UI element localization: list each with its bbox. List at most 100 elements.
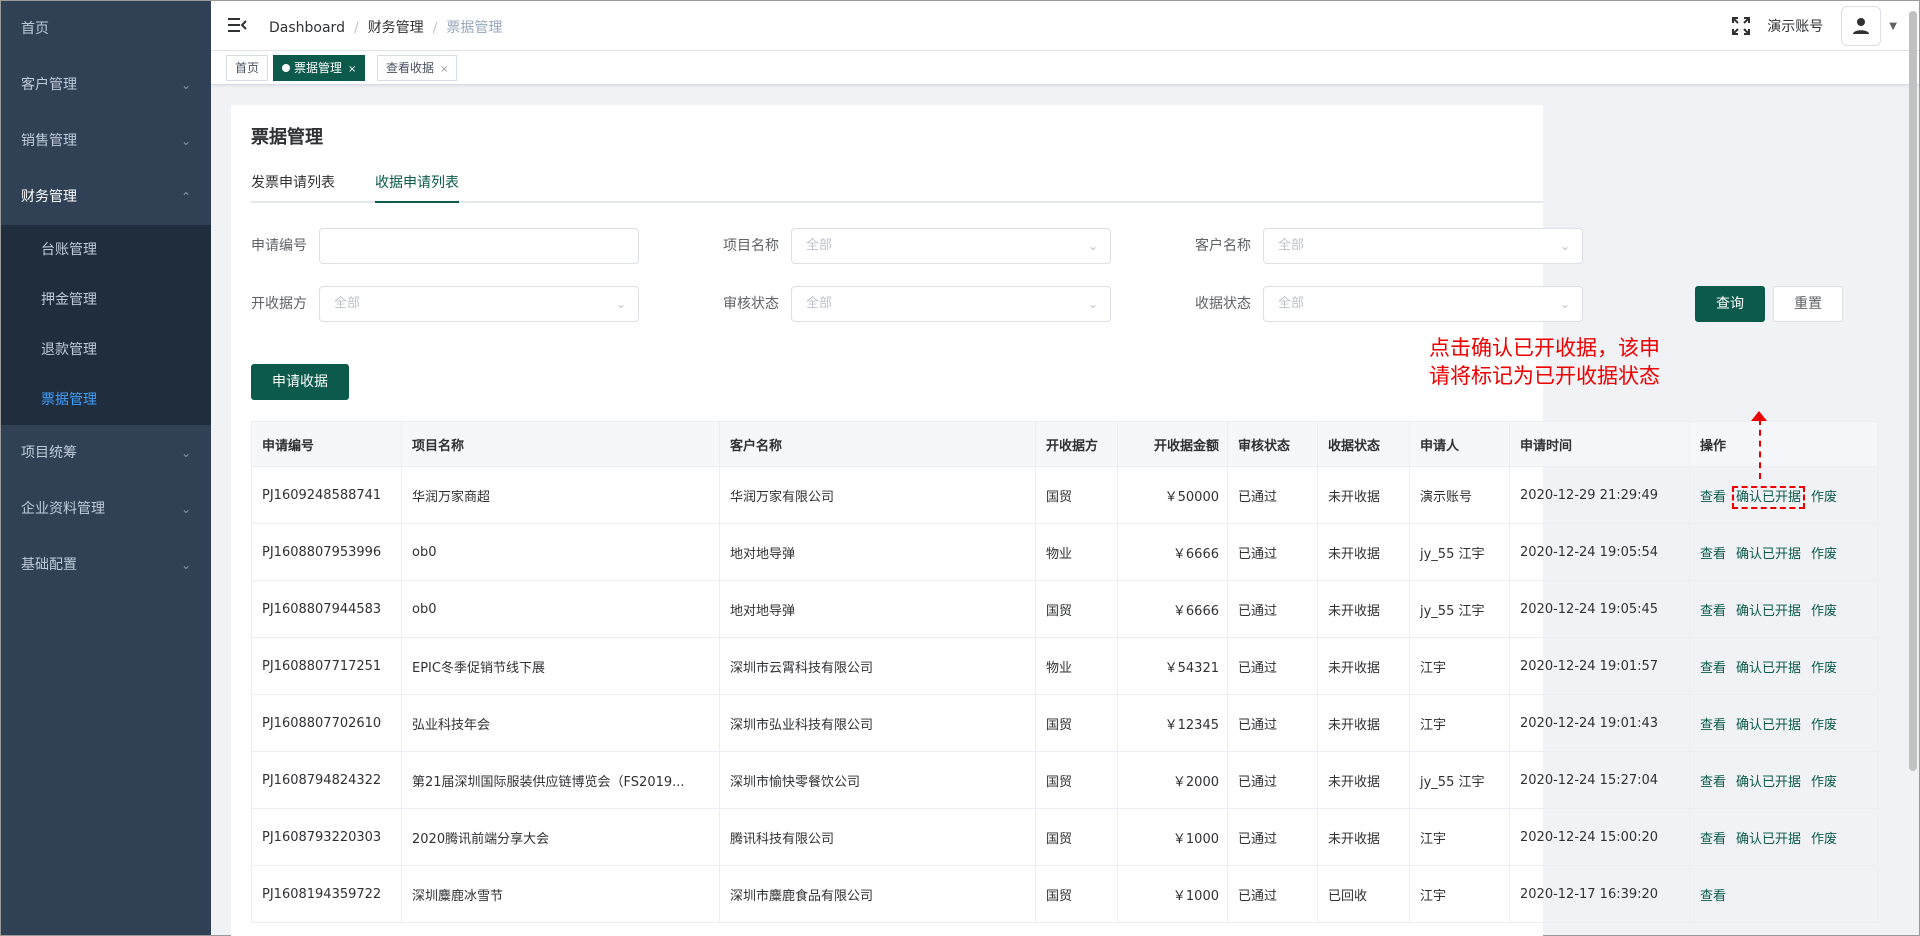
select-placeholder: 全部	[806, 296, 833, 311]
tab-receipt-list[interactable]: 收据申请列表	[375, 163, 459, 203]
sidebar-item-finance[interactable]: 财务管理 ⌃	[1, 169, 211, 225]
apply-receipt-button[interactable]: 申请收据	[251, 364, 349, 400]
sidebar-item-label: 项目统筹	[21, 445, 77, 461]
sidebar-item-enterprise[interactable]: 企业资料管理 ⌄	[1, 481, 211, 537]
tag-receipts[interactable]: 票据管理 ×	[273, 55, 366, 81]
cell-ops: 查看	[1689, 865, 1878, 923]
cell-no: PJ1608807944583	[251, 580, 402, 638]
confirm-receipt-link[interactable]: 确认已开据	[1736, 775, 1801, 790]
table-row: PJ1608793220303 2020腾讯前端分享大会 腾讯科技有限公司 国贸 ￥10…	[251, 808, 1878, 866]
sidebar-item-deposit[interactable]: 押金管理	[1, 275, 211, 325]
sidebar-item-refund[interactable]: 退款管理	[1, 325, 211, 375]
void-link[interactable]: 作废	[1811, 490, 1837, 505]
sidebar-item-label: 财务管理	[21, 189, 77, 205]
cell-applicant: 江宇	[1409, 694, 1510, 752]
audit-select[interactable]: 全部 ⌄	[791, 286, 1111, 322]
view-link[interactable]: 查看	[1700, 718, 1726, 733]
confirm-receipt-link[interactable]: 确认已开据	[1736, 547, 1801, 562]
sidebar-item-label: 客户管理	[21, 77, 77, 93]
query-button[interactable]: 查询	[1695, 286, 1765, 322]
confirm-receipt-link[interactable]: 确认已开据	[1736, 832, 1801, 847]
reset-button[interactable]: 重置	[1773, 286, 1843, 322]
column-header: 客户名称	[719, 421, 1036, 467]
sidebar-item-label: 企业资料管理	[21, 501, 105, 517]
view-link[interactable]: 查看	[1700, 775, 1726, 790]
chevron-down-icon: ⌄	[180, 558, 191, 572]
void-link[interactable]: 作废	[1811, 718, 1837, 733]
chevron-down-icon: ⌄	[180, 134, 191, 148]
breadcrumb-finance[interactable]: 财务管理	[368, 20, 424, 36]
apply-no-label: 申请编号	[251, 238, 307, 254]
tag-home[interactable]: 首页	[226, 55, 269, 81]
sidebar-item-label: 押金管理	[41, 292, 97, 308]
chevron-down-icon: ⌄	[180, 78, 191, 92]
confirm-receipt-link[interactable]: 确认已开据	[1736, 604, 1801, 619]
annotation-arrow-line	[1759, 419, 1761, 479]
void-link[interactable]: 作废	[1811, 775, 1837, 790]
tag-label: 查看收据	[386, 61, 435, 75]
view-link[interactable]: 查看	[1700, 604, 1726, 619]
void-link[interactable]: 作废	[1811, 604, 1837, 619]
breadcrumb-dashboard[interactable]: Dashboard	[269, 20, 345, 36]
sidebar-item-ledger[interactable]: 台账管理	[1, 225, 211, 275]
sidebar-item-config[interactable]: 基础配置 ⌄	[1, 537, 211, 593]
avatar[interactable]	[1841, 6, 1882, 46]
tag-view-receipt[interactable]: 查看收据 ×	[377, 55, 458, 81]
column-header: 项目名称	[401, 421, 720, 467]
cell-amount: ￥1000	[1117, 808, 1228, 866]
confirm-receipt-link[interactable]: 确认已开据	[1736, 661, 1801, 676]
caret-down-icon[interactable]: ▼	[1889, 21, 1897, 32]
cell-customer: 深圳市麋鹿食品有限公司	[719, 865, 1036, 923]
cell-no: PJ1608807702610	[251, 694, 402, 752]
void-link[interactable]: 作废	[1811, 661, 1837, 676]
view-link[interactable]: 查看	[1700, 889, 1726, 904]
cell-no: PJ1608793220303	[251, 808, 402, 866]
table-row: PJ1608807944583 ob0 地对地导弹 国贸 ￥6666 已通过 未开收据 jy_…	[251, 580, 1878, 638]
project-label: 项目名称	[723, 238, 779, 254]
tab-invoice-list[interactable]: 发票申请列表	[251, 163, 335, 203]
receipt-status-select[interactable]: 全部 ⌄	[1263, 286, 1583, 322]
view-link[interactable]: 查看	[1700, 547, 1726, 562]
cell-amount: ￥6666	[1117, 523, 1228, 581]
project-select[interactable]: 全部 ⌄	[791, 228, 1111, 264]
cell-project: ob0	[401, 523, 720, 581]
hamburger-icon[interactable]	[227, 15, 247, 35]
sidebar-item-label: 首页	[21, 21, 49, 37]
confirm-receipt-link[interactable]: 确认已开据	[1736, 718, 1801, 733]
column-header: 收据状态	[1317, 421, 1410, 467]
tags-bar: 首页 票据管理 × 查看收据 ×	[211, 51, 1919, 85]
table-row: PJ1608194359722 深圳麋鹿冰雪节 深圳市麋鹿食品有限公司 国贸 ￥1000…	[251, 865, 1878, 923]
cell-time: 2020-12-24 19:01:57	[1509, 637, 1690, 695]
receipt-table: 申请编号 项目名称 客户名称 开收据方 开收据金额 审核状态 收据状态 申请人 申请时间 操作 P…	[251, 421, 1878, 923]
cell-project: 2020腾讯前端分享大会	[401, 808, 720, 866]
close-icon[interactable]: ×	[348, 64, 356, 75]
confirm-receipt-link[interactable]: 确认已开据	[1732, 485, 1806, 509]
cell-status: 未开收据	[1317, 637, 1410, 695]
sidebar-item-home[interactable]: 首页	[1, 1, 211, 57]
navbar: Dashboard / 财务管理 / 票据管理 演示账号 ▼	[211, 1, 1919, 51]
main-area: Dashboard / 财务管理 / 票据管理 演示账号 ▼ 首页 票据管理 × 查看收据…	[211, 1, 1919, 936]
sidebar-item-customer[interactable]: 客户管理 ⌄	[1, 57, 211, 113]
issuer-select[interactable]: 全部 ⌄	[319, 286, 639, 322]
apply-no-input[interactable]	[319, 228, 639, 264]
cell-issuer: 国贸	[1035, 466, 1118, 524]
scrollbar[interactable]	[1909, 11, 1917, 771]
table-row: PJ1608807953996 ob0 地对地导弹 物业 ￥6666 已通过 未开收据 jy_…	[251, 523, 1878, 581]
void-link[interactable]: 作废	[1811, 832, 1837, 847]
view-link[interactable]: 查看	[1700, 661, 1726, 676]
fullscreen-icon[interactable]	[1731, 16, 1751, 36]
view-link[interactable]: 查看	[1700, 832, 1726, 847]
customer-select[interactable]: 全部 ⌄	[1263, 228, 1583, 264]
chevron-down-icon: ⌄	[180, 446, 191, 460]
account-name[interactable]: 演示账号	[1767, 16, 1823, 36]
close-icon[interactable]: ×	[440, 64, 448, 75]
column-header: 申请人	[1409, 421, 1510, 467]
cell-amount: ￥50000	[1117, 466, 1228, 524]
view-link[interactable]: 查看	[1700, 490, 1726, 505]
sidebar-item-receipts[interactable]: 票据管理	[1, 375, 211, 425]
sidebar-item-label: 票据管理	[41, 392, 97, 408]
void-link[interactable]: 作废	[1811, 547, 1837, 562]
cell-status: 未开收据	[1317, 523, 1410, 581]
sidebar-item-sales[interactable]: 销售管理 ⌄	[1, 113, 211, 169]
sidebar-item-project[interactable]: 项目统筹 ⌄	[1, 425, 211, 481]
